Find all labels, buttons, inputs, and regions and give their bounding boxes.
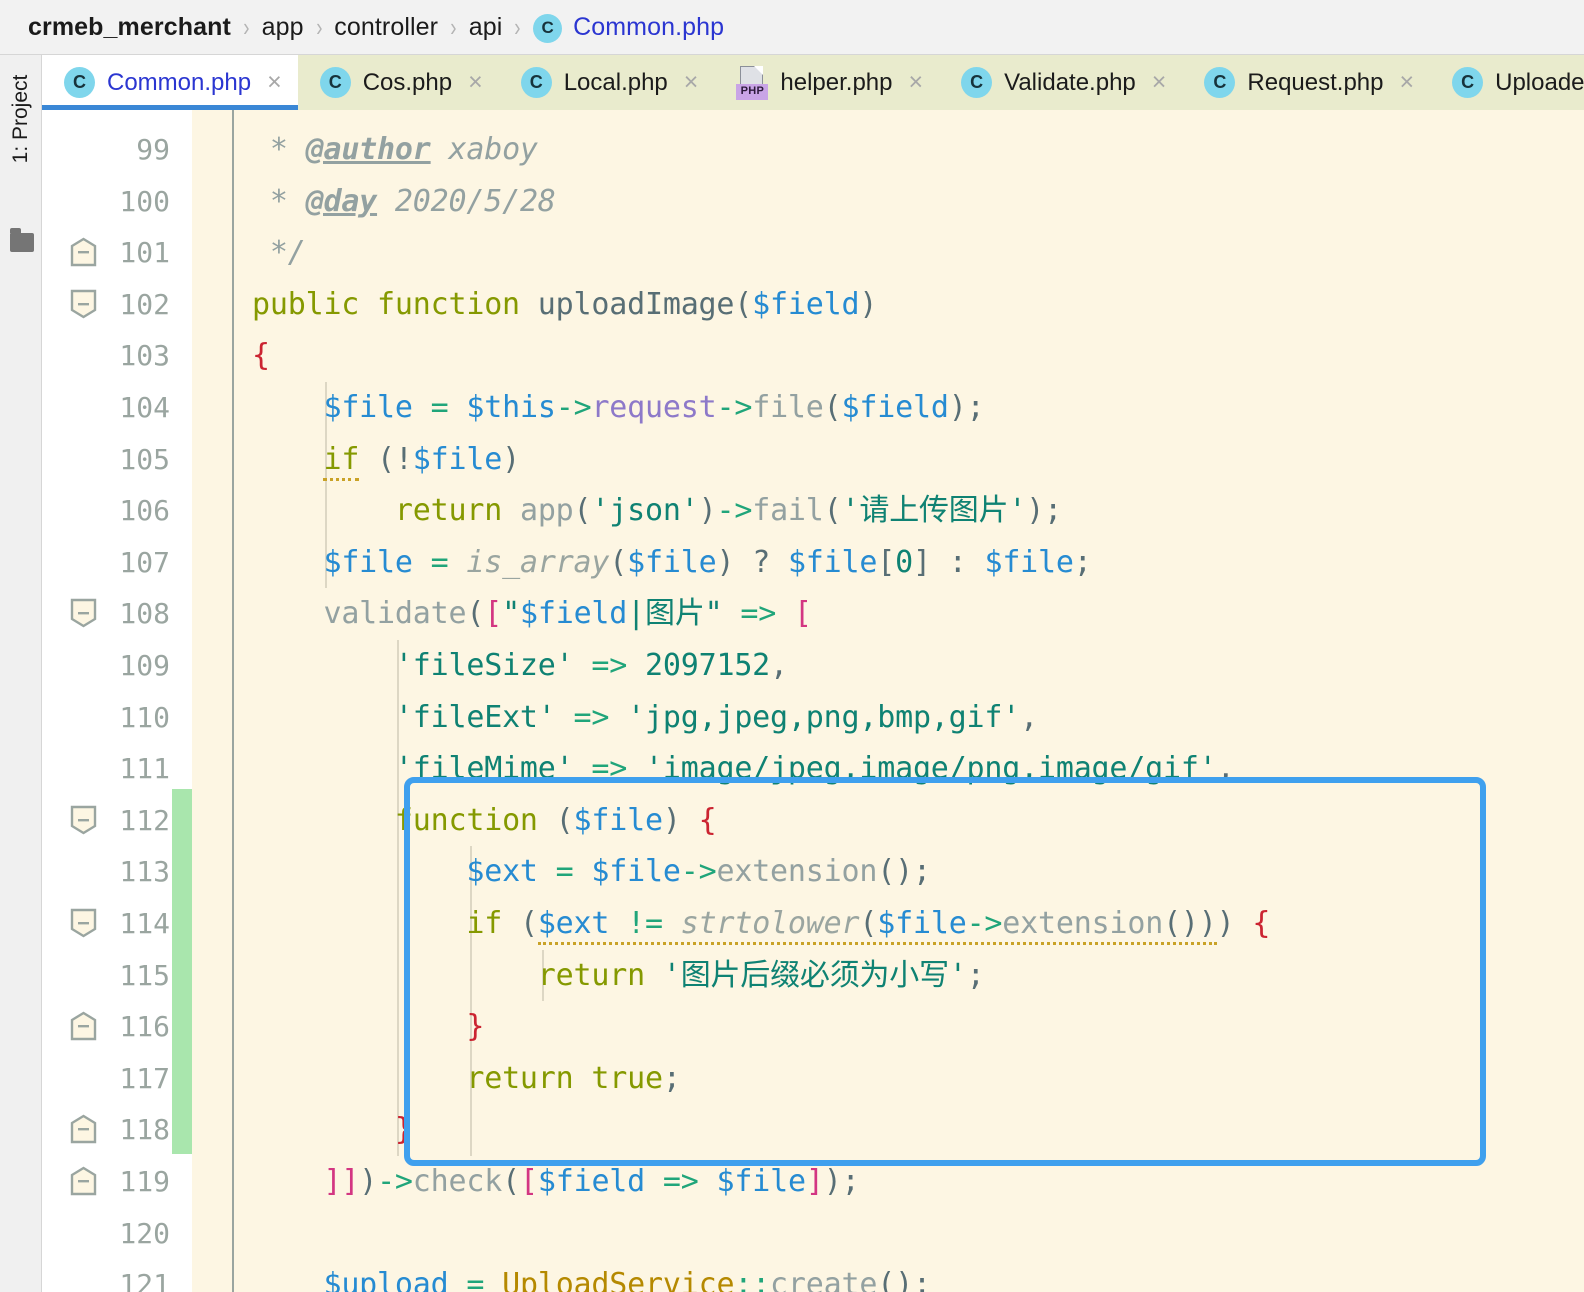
close-icon[interactable]: ×	[468, 70, 483, 95]
editor-tab-label: Validate.php	[1004, 68, 1136, 96]
breadcrumb-separator-icon: ›	[315, 11, 323, 42]
line-number: 112	[119, 803, 170, 837]
close-icon[interactable]: ×	[684, 70, 699, 95]
php-class-icon: C	[520, 67, 552, 98]
line-number: 100	[119, 184, 170, 218]
sidebar-item-project[interactable]: 1: Project	[9, 64, 33, 174]
line-number: 114	[119, 907, 170, 940]
breadcrumb-item-file[interactable]: Common.php	[573, 13, 724, 42]
php-class-icon: C	[1452, 67, 1484, 98]
editor-tab-helper-php[interactable]: PHP helper.php ×	[714, 55, 939, 110]
code-line[interactable]: validate(["$field|图片" => [	[252, 588, 1584, 640]
editor-tab-label: Cos.php	[362, 68, 453, 96]
line-number: 108	[119, 597, 170, 631]
line-number: 115	[119, 958, 170, 992]
tool-window-stripe: 1: Project	[0, 55, 42, 1292]
php-class-icon: C	[64, 67, 95, 98]
breadcrumb-separator-icon: ›	[243, 11, 250, 42]
code-line[interactable]: function ($file) {	[252, 795, 1584, 847]
editor-tab-common-php[interactable]: C Common.php ×	[42, 55, 298, 110]
code-line[interactable]: $file = is_array($file) ? $file[0] : $fi…	[252, 537, 1584, 589]
line-number: 110	[119, 700, 170, 734]
editor-tab-label: Request.php	[1247, 68, 1384, 96]
code-line[interactable]: * @day 2020/5/28	[252, 176, 1584, 228]
editor-tab-uploadedfile-p[interactable]: C UploadedFile.p	[1430, 55, 1584, 110]
breadcrumb: crmeb_merchant › app › controller › api …	[0, 0, 1584, 55]
code-line[interactable]: * @author xaboy	[252, 124, 1584, 176]
code-line[interactable]: {	[252, 330, 1584, 382]
editor-tab-label: Common.php	[107, 68, 252, 96]
line-number: 107	[119, 545, 170, 579]
line-number: 121	[119, 1268, 170, 1292]
line-number: 106	[119, 494, 170, 528]
line-number: 111	[119, 752, 170, 786]
code-line[interactable]: 'fileExt' => 'jpg,jpeg,png,bmp,gif',	[252, 692, 1584, 744]
php-class-icon: C	[961, 67, 993, 98]
code-line[interactable]: if (!$file)	[252, 434, 1584, 486]
code-line[interactable]: return app('json')->fail('请上传图片');	[252, 485, 1584, 537]
editor-tab-label: UploadedFile.p	[1495, 68, 1584, 96]
code-line[interactable]: ]])->check([$field => $file]);	[252, 1156, 1584, 1208]
editor-tab-validate-php[interactable]: C Validate.php ×	[939, 55, 1182, 110]
code-line[interactable]: $file = $this->request->file($field);	[252, 382, 1584, 434]
php-class-icon: C	[319, 67, 351, 98]
line-number: 109	[119, 649, 170, 682]
editor-tab-bar: C Common.php × C Cos.php × C Local.php × PHP helpe…	[42, 55, 1584, 110]
line-number: 101	[119, 236, 170, 270]
close-icon[interactable]: ×	[1400, 70, 1415, 95]
line-number: 104	[119, 391, 170, 424]
code-line[interactable]: $upload = UploadService::create();	[252, 1259, 1584, 1292]
breadcrumb-item-api[interactable]: api	[469, 13, 503, 42]
php-class-icon: C	[1204, 67, 1236, 98]
editor-tab-label: helper.php	[780, 68, 893, 96]
code-line[interactable]: 'fileMime' => 'image/jpeg,image/png,imag…	[252, 743, 1584, 795]
code-line[interactable]: public function uploadImage($field)	[252, 279, 1584, 331]
line-number: 119	[119, 1165, 170, 1198]
code-line[interactable]: }	[252, 1001, 1584, 1053]
close-icon[interactable]: ×	[1152, 70, 1167, 95]
code-line[interactable]: }	[252, 1104, 1584, 1156]
code-editor[interactable]: 99 100 101 102 103 104 105 106 107 108 109 110 111 11…	[42, 110, 1584, 1292]
php-file-icon: PHP	[736, 65, 769, 100]
line-number: 117	[119, 1061, 170, 1095]
ide-window: crmeb_merchant › app › controller › api …	[0, 0, 1584, 1292]
editor-tab-cos-php[interactable]: C Cos.php ×	[298, 55, 499, 110]
line-number: 116	[119, 1010, 170, 1044]
line-number: 118	[119, 1113, 170, 1147]
code-line[interactable]: */	[252, 227, 1584, 279]
line-number: 103	[119, 339, 170, 373]
close-icon[interactable]: ×	[909, 70, 924, 95]
breadcrumb-root[interactable]: crmeb_merchant	[28, 13, 231, 42]
breadcrumb-item-app[interactable]: app	[262, 13, 304, 42]
code-line[interactable]	[252, 1208, 1584, 1260]
line-number: 113	[119, 855, 170, 889]
code-line[interactable]: if ($ext != strtolower($file->extension(…	[252, 898, 1584, 950]
folder-icon[interactable]	[10, 228, 34, 252]
editor-tab-request-php[interactable]: C Request.php ×	[1182, 55, 1430, 110]
code-line[interactable]: $ext = $file->extension();	[252, 846, 1584, 898]
code-line[interactable]: return true;	[252, 1053, 1584, 1105]
code-line[interactable]: return '图片后缀必须为小写';	[252, 950, 1584, 1002]
code-lines: 99 100 101 102 103 104 105 106 107 108 109 110 111 11…	[42, 110, 1584, 1292]
editor-tab-label: Local.php	[563, 68, 668, 96]
line-number: 120	[119, 1216, 170, 1250]
line-number: 102	[119, 287, 170, 321]
breadcrumb-item-controller[interactable]: controller	[334, 13, 438, 42]
line-number: 105	[119, 442, 170, 476]
breadcrumb-separator-icon: ›	[450, 11, 457, 42]
code-line[interactable]: 'fileSize' => 2097152,	[252, 640, 1584, 692]
close-icon[interactable]: ×	[267, 70, 282, 95]
line-number: 99	[136, 133, 170, 166]
editor-tab-local-php[interactable]: C Local.php ×	[499, 55, 715, 110]
breadcrumb-separator-icon: ›	[514, 11, 521, 42]
php-class-icon: C	[533, 13, 563, 43]
